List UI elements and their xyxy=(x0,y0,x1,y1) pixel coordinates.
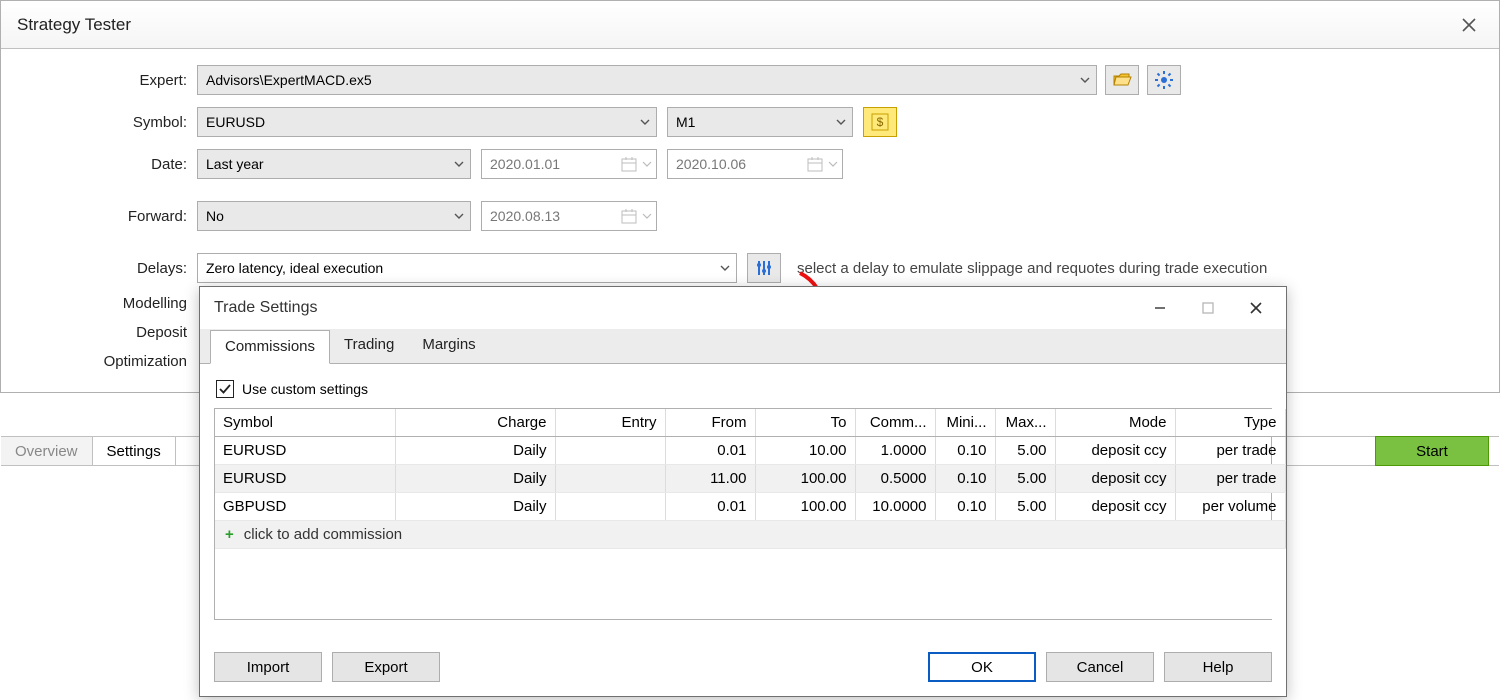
calendar-icon xyxy=(620,155,638,173)
symbol-value: EURUSD xyxy=(206,114,265,130)
date-from-value: 2020.01.01 xyxy=(490,156,620,172)
dialog-tabs: Commissions Trading Margins xyxy=(200,329,1286,364)
minimize-icon xyxy=(1153,301,1167,315)
use-custom-label: Use custom settings xyxy=(242,381,368,397)
chevron-down-icon xyxy=(642,208,652,224)
calendar-icon xyxy=(806,155,824,173)
open-folder-button[interactable] xyxy=(1105,65,1139,95)
folder-open-icon xyxy=(1112,71,1132,89)
col-charge: Charge xyxy=(395,409,555,437)
svg-text:$: $ xyxy=(877,115,884,129)
export-button[interactable]: Export xyxy=(332,652,440,682)
col-to: To xyxy=(755,409,855,437)
close-icon xyxy=(1462,18,1476,32)
expert-label: Expert: xyxy=(19,72,197,89)
check-icon xyxy=(219,383,231,395)
tab-commissions[interactable]: Commissions xyxy=(210,330,330,364)
ok-button[interactable]: OK xyxy=(928,652,1036,682)
table-row[interactable]: EURUSD Daily 11.00 100.00 0.5000 0.10 5.… xyxy=(215,465,1285,493)
symbol-label: Symbol: xyxy=(19,114,197,131)
forward-label: Forward: xyxy=(19,208,197,225)
chevron-down-icon xyxy=(1080,72,1090,88)
trade-settings-dialog: Trade Settings Commissions Trading Margi… xyxy=(199,286,1287,697)
delays-select[interactable]: Zero latency, ideal execution xyxy=(197,253,737,283)
plus-icon: + xyxy=(225,526,234,543)
grid-header-row: Symbol Charge Entry From To Comm... Mini… xyxy=(215,409,1285,437)
col-comm: Comm... xyxy=(855,409,935,437)
forward-value: No xyxy=(206,208,224,224)
close-button[interactable] xyxy=(1447,10,1491,40)
minimize-button[interactable] xyxy=(1136,291,1184,325)
sliders-icon xyxy=(755,259,773,277)
chevron-down-icon xyxy=(720,260,730,276)
modelling-label: Modelling xyxy=(19,295,197,312)
chevron-down-icon xyxy=(640,114,650,130)
date-range-value: Last year xyxy=(206,156,264,172)
expert-settings-button[interactable] xyxy=(1147,65,1181,95)
forward-date-input[interactable]: 2020.08.13 xyxy=(481,201,657,231)
trade-settings-button[interactable] xyxy=(747,253,781,283)
dialog-body: Use custom settings Symbol Charge Entry … xyxy=(200,364,1286,632)
add-commission-row[interactable]: +click to add commission xyxy=(215,521,1285,549)
commissions-grid[interactable]: Symbol Charge Entry From To Comm... Mini… xyxy=(214,408,1272,620)
table-row[interactable]: EURUSD Daily 0.01 10.00 1.0000 0.10 5.00… xyxy=(215,437,1285,465)
col-from: From xyxy=(665,409,755,437)
col-type: Type xyxy=(1175,409,1285,437)
chevron-down-icon xyxy=(454,156,464,172)
symbol-select[interactable]: EURUSD xyxy=(197,107,657,137)
col-mode: Mode xyxy=(1055,409,1175,437)
expert-select[interactable]: Advisors\ExpertMACD.ex5 xyxy=(197,65,1097,95)
forward-date-value: 2020.08.13 xyxy=(490,208,620,224)
maximize-icon xyxy=(1201,301,1215,315)
col-mini: Mini... xyxy=(935,409,995,437)
gear-icon xyxy=(1155,71,1173,89)
dialog-close-button[interactable] xyxy=(1232,291,1280,325)
tab-settings[interactable]: Settings xyxy=(93,437,176,465)
deposit-label: Deposit xyxy=(19,324,197,341)
period-value: M1 xyxy=(676,114,695,130)
date-from-input[interactable]: 2020.01.01 xyxy=(481,149,657,179)
calendar-icon xyxy=(620,207,638,225)
dialog-titlebar: Trade Settings xyxy=(200,287,1286,329)
delays-help-text: select a delay to emulate slippage and r… xyxy=(797,260,1267,277)
forward-select[interactable]: No xyxy=(197,201,471,231)
chart-currency-button[interactable]: $ xyxy=(863,107,897,137)
dialog-button-bar: Import Export OK Cancel Help xyxy=(200,642,1286,696)
delays-value: Zero latency, ideal execution xyxy=(206,260,383,276)
chevron-down-icon xyxy=(836,114,846,130)
chevron-down-icon xyxy=(454,208,464,224)
delays-label: Delays: xyxy=(19,260,197,277)
col-symbol: Symbol xyxy=(215,409,395,437)
window-title: Strategy Tester xyxy=(9,15,131,35)
table-row[interactable]: GBPUSD Daily 0.01 100.00 10.0000 0.10 5.… xyxy=(215,493,1285,521)
col-max: Max... xyxy=(995,409,1055,437)
use-custom-checkbox[interactable] xyxy=(216,380,234,398)
tab-margins[interactable]: Margins xyxy=(408,329,489,363)
dialog-title: Trade Settings xyxy=(214,299,317,317)
maximize-button[interactable] xyxy=(1184,291,1232,325)
cancel-button[interactable]: Cancel xyxy=(1046,652,1154,682)
dollar-icon: $ xyxy=(871,113,889,131)
optimization-label: Optimization xyxy=(19,353,197,370)
date-label: Date: xyxy=(19,156,197,173)
import-button[interactable]: Import xyxy=(214,652,322,682)
chevron-down-icon xyxy=(642,156,652,172)
date-range-select[interactable]: Last year xyxy=(197,149,471,179)
date-to-value: 2020.10.06 xyxy=(676,156,806,172)
close-icon xyxy=(1249,301,1263,315)
period-select[interactable]: M1 xyxy=(667,107,853,137)
tab-overview[interactable]: Overview xyxy=(1,437,93,465)
col-entry: Entry xyxy=(555,409,665,437)
expert-value: Advisors\ExpertMACD.ex5 xyxy=(206,72,372,88)
chevron-down-icon xyxy=(828,156,838,172)
tab-trading[interactable]: Trading xyxy=(330,329,408,363)
help-button[interactable]: Help xyxy=(1164,652,1272,682)
titlebar: Strategy Tester xyxy=(1,1,1499,49)
start-button[interactable]: Start xyxy=(1375,436,1489,466)
date-to-input[interactable]: 2020.10.06 xyxy=(667,149,843,179)
